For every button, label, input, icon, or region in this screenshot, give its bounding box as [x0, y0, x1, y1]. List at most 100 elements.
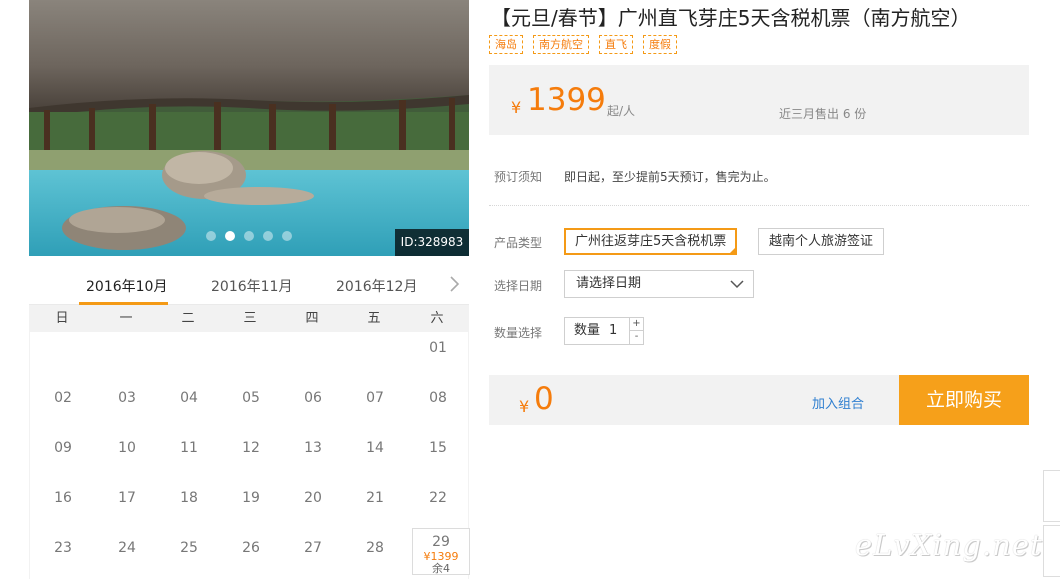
section-divider	[489, 205, 1029, 206]
product-id-badge: ID:328983	[395, 229, 469, 256]
add-to-combo-link[interactable]: 加入组合	[812, 393, 864, 412]
product-photo[interactable]: ID:328983	[29, 0, 469, 256]
weekday-label: 三	[243, 311, 257, 326]
total-bar: ¥ 0 加入组合 立即购买	[489, 375, 1029, 425]
calendar-day	[220, 340, 282, 356]
notice-label: 预订须知	[494, 170, 543, 184]
gallery-dot[interactable]	[244, 231, 254, 241]
calendar-day: 11	[180, 440, 198, 456]
calendar-day: 10	[118, 440, 136, 456]
price-panel: ¥ 1399 起/人 近三月售出 6 份	[489, 65, 1029, 135]
gallery-dot[interactable]	[206, 231, 216, 241]
chevron-down-icon	[730, 280, 744, 289]
available-date-remaining: 余4	[432, 562, 450, 575]
product-type-label: 产品类型	[494, 236, 543, 250]
product-type-option[interactable]: 越南个人旅游签证	[758, 228, 885, 255]
available-date-cell[interactable]: 29 ¥1399 余4	[412, 528, 470, 575]
calendar-day: 15	[429, 440, 447, 456]
calendar-grid: 01 02 03 04 05 06 07 08 09 10 11 12 13 1…	[29, 332, 470, 579]
product-tags: 海岛 南方航空 直飞 度假	[489, 35, 677, 54]
price-unit: 起/人	[607, 104, 636, 118]
option-label: 越南个人旅游签证	[769, 234, 874, 249]
tag-item[interactable]: 海岛	[489, 35, 523, 54]
calendar-day: 05	[242, 390, 260, 406]
calendar-day: 27	[304, 540, 322, 556]
calendar-day: 22	[429, 490, 447, 506]
currency-symbol: ¥	[511, 98, 522, 117]
calendar-day	[344, 340, 406, 356]
calendar-day	[282, 340, 344, 356]
site-watermark: eLvXing.net	[855, 528, 1043, 562]
calendar-day	[96, 340, 158, 356]
booking-notice: 即日起，至少提前5天预订，售完为止。	[564, 170, 776, 184]
option-label: 广州往返芽庄5天含税机票	[575, 234, 727, 249]
weekday-label: 二	[181, 311, 195, 326]
calendar-day: 08	[429, 390, 447, 406]
calendar-day: 01	[429, 340, 447, 356]
weekday-label: 日	[55, 311, 69, 326]
price-calendar: 2016年10月 2016年11月 2016年12月 日 一 二 三 四 五 六…	[29, 262, 470, 579]
quantity-stepper[interactable]: 数量 1 + -	[564, 317, 644, 345]
calendar-week-row: 16 17 18 19 20 21 22	[30, 490, 470, 506]
calendar-day: 23	[54, 540, 72, 556]
selected-corner-icon	[729, 247, 737, 254]
quantity-field-label: 数量	[574, 323, 601, 338]
date-select[interactable]: 请选择日期	[564, 270, 754, 298]
quantity-decrement-button[interactable]: -	[629, 331, 643, 344]
tag-item[interactable]: 南方航空	[533, 35, 589, 54]
calendar-day: 16	[54, 490, 72, 506]
calendar-day: 14	[366, 440, 384, 456]
gallery-dot-active[interactable]	[225, 231, 235, 241]
calendar-day: 24	[118, 540, 136, 556]
gallery-dots	[206, 231, 292, 241]
calendar-day: 13	[304, 440, 322, 456]
side-float-button[interactable]	[1043, 470, 1060, 522]
date-select-value: 请选择日期	[576, 276, 642, 291]
date-label: 选择日期	[494, 279, 543, 293]
calendar-day-available[interactable]: 29 ¥1399 余4	[406, 528, 470, 575]
calendar-week-row: 09 10 11 12 13 14 15	[30, 440, 470, 456]
weekday-label: 六	[430, 311, 444, 326]
product-title: 【元旦/春节】广州直飞芽庄5天含税机票（南方航空）	[491, 6, 971, 30]
calendar-day: 04	[180, 390, 198, 406]
calendar-day	[30, 340, 96, 356]
sales-count: 近三月售出 6 份	[779, 107, 867, 121]
gallery-dot[interactable]	[263, 231, 273, 241]
quantity-label: 数量选择	[494, 326, 543, 340]
calendar-day: 09	[54, 440, 72, 456]
calendar-day: 19	[242, 490, 260, 506]
product-type-option-selected[interactable]: 广州往返芽庄5天含税机票	[564, 228, 738, 255]
calendar-day: 07	[366, 390, 384, 406]
calendar-day: 06	[304, 390, 322, 406]
weekday-label: 一	[119, 311, 133, 326]
weekday-label: 五	[367, 311, 381, 326]
resort-pool-image	[29, 0, 469, 256]
starting-price: 1399	[527, 82, 606, 118]
calendar-day: 26	[242, 540, 260, 556]
calendar-day: 21	[366, 490, 384, 506]
tag-item[interactable]: 度假	[643, 35, 677, 54]
calendar-day: 20	[304, 490, 322, 506]
tab-month-2016-12[interactable]: 2016年12月	[336, 276, 417, 296]
calendar-week-row: 02 03 04 05 06 07 08	[30, 390, 470, 406]
tab-month-2016-10[interactable]: 2016年10月	[86, 276, 167, 296]
tag-item[interactable]: 直飞	[599, 35, 633, 54]
calendar-day: 17	[118, 490, 136, 506]
total-amount: 0	[534, 381, 554, 417]
calendar-day: 12	[242, 440, 260, 456]
buy-now-button[interactable]: 立即购买	[899, 375, 1029, 425]
calendar-week-row: 23 24 25 26 27 28 29 ¥1399 余4	[30, 528, 470, 575]
calendar-day: 18	[180, 490, 198, 506]
calendar-day: 28	[366, 540, 384, 556]
calendar-day: 25	[180, 540, 198, 556]
gallery-dot[interactable]	[282, 231, 292, 241]
available-date-number: 29	[432, 534, 450, 550]
quantity-increment-button[interactable]: +	[629, 318, 643, 331]
weekday-header: 日 一 二 三 四 五 六	[29, 305, 469, 332]
side-float-button[interactable]	[1043, 525, 1060, 577]
tab-month-2016-11[interactable]: 2016年11月	[211, 276, 292, 296]
active-month-indicator	[79, 302, 168, 305]
weekday-label: 四	[305, 311, 319, 326]
chevron-right-icon[interactable]	[445, 274, 465, 294]
quantity-value[interactable]: 1	[609, 318, 617, 344]
